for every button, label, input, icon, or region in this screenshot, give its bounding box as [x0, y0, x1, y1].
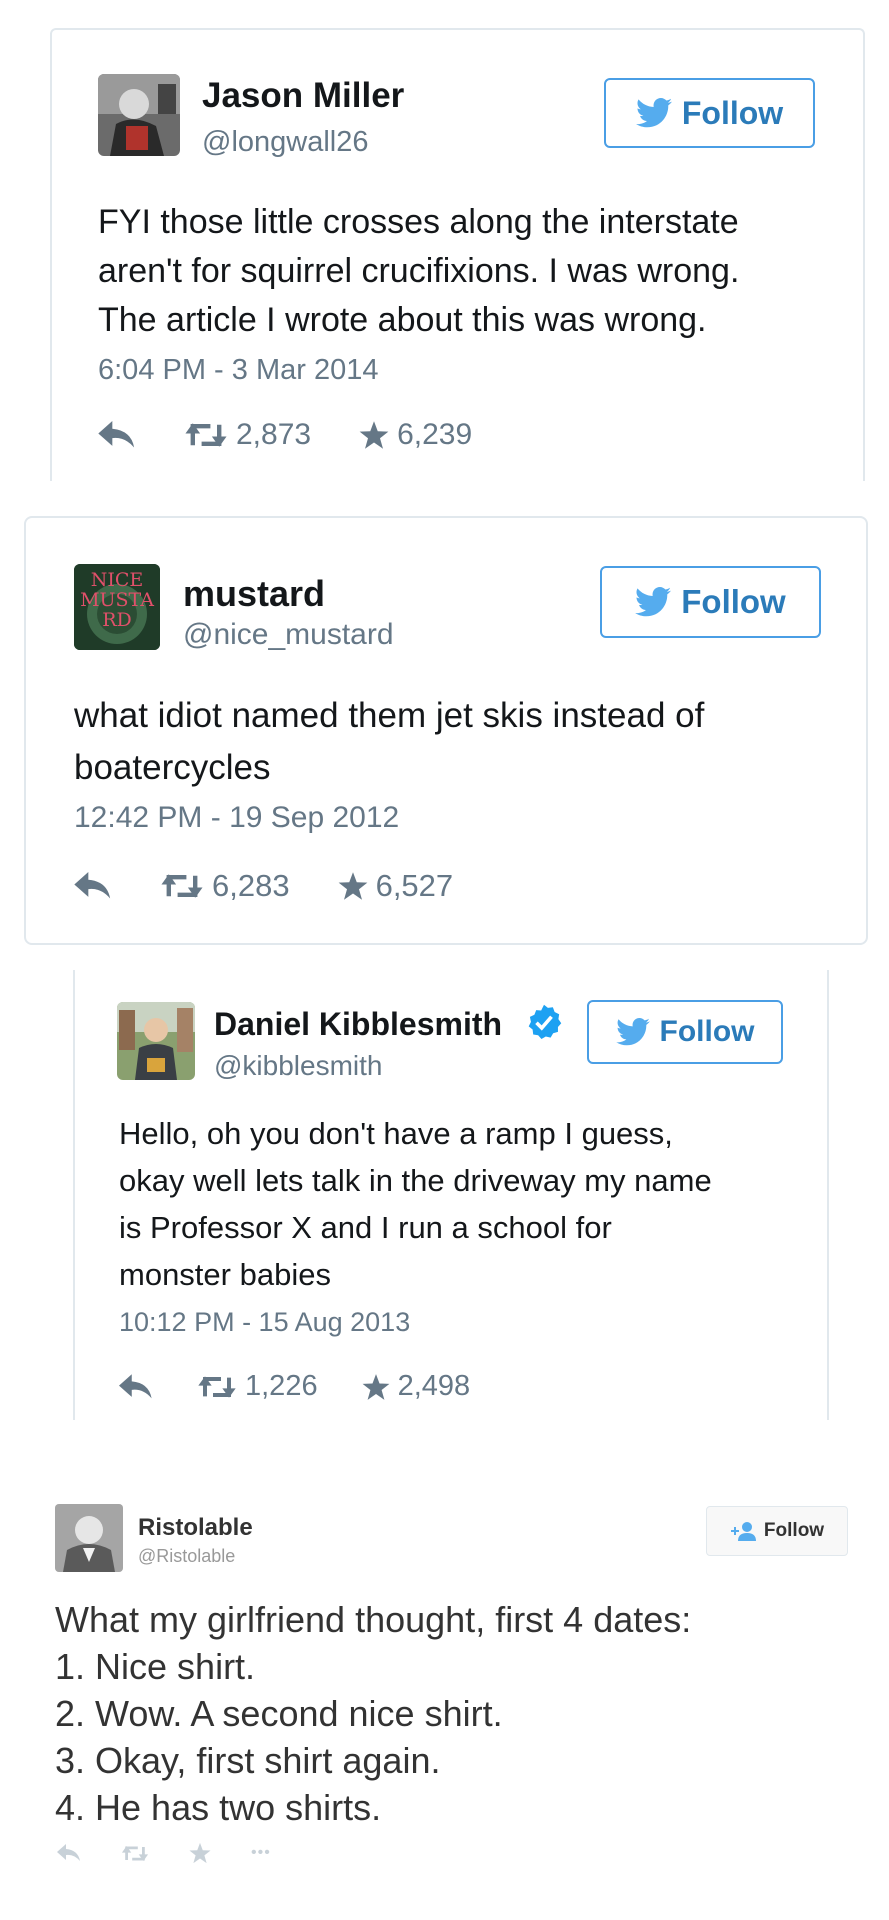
- more-icon: •••: [251, 1844, 271, 1861]
- tweet-timestamp[interactable]: 10:12 PM - 15 Aug 2013: [119, 1307, 410, 1338]
- follow-button[interactable]: Follow: [604, 78, 815, 148]
- retweet-icon: [198, 1375, 236, 1398]
- user-handle[interactable]: @nice_mustard: [183, 618, 394, 652]
- display-name[interactable]: mustard: [183, 573, 325, 615]
- twitter-bird-icon: [635, 98, 672, 128]
- tweet-actions: 2,873 6,239: [98, 418, 472, 452]
- like-button[interactable]: [189, 1842, 211, 1864]
- reply-icon: [98, 421, 135, 448]
- tweet-card-daniel-kibblesmith: Daniel Kibblesmith @kibblesmith Follow H…: [73, 970, 829, 1420]
- avatar-text: NICE MUSTARD: [80, 569, 154, 631]
- retweet-icon: [185, 423, 227, 447]
- reply-button[interactable]: [98, 421, 136, 449]
- add-user-icon: [730, 1522, 756, 1541]
- tweet-card-jason-miller: Jason Miller @longwall26 Follow FYI thos…: [50, 28, 865, 481]
- like-button[interactable]: 6,527: [338, 868, 454, 904]
- retweet-button[interactable]: 6,283: [160, 868, 290, 904]
- tweet-card-ristolable: Ristolable @Ristolable Follow What my gi…: [0, 1460, 889, 1920]
- display-name[interactable]: Jason Miller: [202, 76, 404, 116]
- avatar-image: [98, 74, 180, 156]
- display-name[interactable]: Ristolable: [138, 1514, 253, 1542]
- tweet-text: Hello, oh you don't have a ramp I guess,…: [119, 1116, 712, 1292]
- verified-badge-icon: [528, 1004, 562, 1039]
- star-icon: [362, 1373, 389, 1400]
- follow-button-label: Follow: [659, 1015, 755, 1048]
- tweet-text: what idiot named them jet skis instead o…: [74, 696, 705, 787]
- avatar-image: [117, 1002, 195, 1080]
- retweet-count: 1,226: [245, 1370, 318, 1402]
- retweet-count: 2,873: [236, 418, 312, 451]
- follow-button-label: Follow: [681, 94, 784, 131]
- reply-icon: [119, 1373, 152, 1398]
- retweet-button[interactable]: 1,226: [197, 1370, 318, 1403]
- like-count: 6,239: [397, 418, 473, 451]
- user-handle[interactable]: @kibblesmith: [214, 1050, 382, 1082]
- star-icon: [359, 421, 389, 449]
- retweet-icon: [121, 1845, 149, 1861]
- follow-button[interactable]: Follow: [600, 566, 821, 638]
- follow-button[interactable]: Follow: [706, 1506, 848, 1556]
- user-handle[interactable]: @Ristolable: [138, 1546, 235, 1567]
- like-count: 6,527: [375, 868, 454, 903]
- tweet-text: What my girlfriend thought, first 4 date…: [55, 1599, 692, 1828]
- tweet-actions: 6,283 6,527: [74, 868, 453, 904]
- reply-icon: [57, 1844, 80, 1861]
- reply-icon: [74, 872, 111, 899]
- star-icon: [338, 872, 367, 900]
- twitter-bird-icon: [615, 1018, 650, 1046]
- star-icon: [189, 1842, 211, 1864]
- user-handle[interactable]: @longwall26: [202, 126, 368, 159]
- tweet-actions: 1,226 2,498: [119, 1370, 470, 1403]
- tweet-card-mustard: NICE MUSTARD mustard @nice_mustard Follo…: [24, 516, 868, 945]
- retweet-button[interactable]: 2,873: [184, 418, 311, 452]
- avatar[interactable]: [117, 1002, 195, 1080]
- retweet-icon: [161, 874, 203, 898]
- like-button[interactable]: 6,239: [359, 418, 472, 452]
- avatar[interactable]: NICE MUSTARD: [74, 564, 160, 650]
- tweet-text: FYI those little crosses along the inter…: [98, 203, 740, 339]
- twitter-bird-icon: [635, 587, 672, 617]
- follow-button[interactable]: Follow: [587, 1000, 783, 1064]
- more-button[interactable]: •••: [251, 1844, 271, 1862]
- follow-button-label: Follow: [681, 583, 786, 620]
- reply-button[interactable]: [74, 872, 112, 900]
- tweet-actions: •••: [57, 1842, 271, 1864]
- reply-button[interactable]: [119, 1373, 153, 1400]
- like-count: 2,498: [397, 1370, 471, 1402]
- follow-button-label: Follow: [763, 1520, 825, 1541]
- like-button[interactable]: 2,498: [362, 1370, 471, 1403]
- tweet-timestamp[interactable]: 12:42 PM - 19 Sep 2012: [74, 801, 399, 835]
- reply-button[interactable]: [57, 1844, 81, 1862]
- retweet-count: 6,283: [212, 868, 290, 903]
- avatar-image: [55, 1504, 123, 1572]
- tweet-timestamp[interactable]: 6:04 PM - 3 Mar 2014: [98, 354, 378, 387]
- retweet-button[interactable]: [121, 1844, 149, 1863]
- display-name[interactable]: Daniel Kibblesmith: [214, 1006, 502, 1043]
- avatar[interactable]: [98, 74, 180, 156]
- avatar[interactable]: [55, 1504, 123, 1572]
